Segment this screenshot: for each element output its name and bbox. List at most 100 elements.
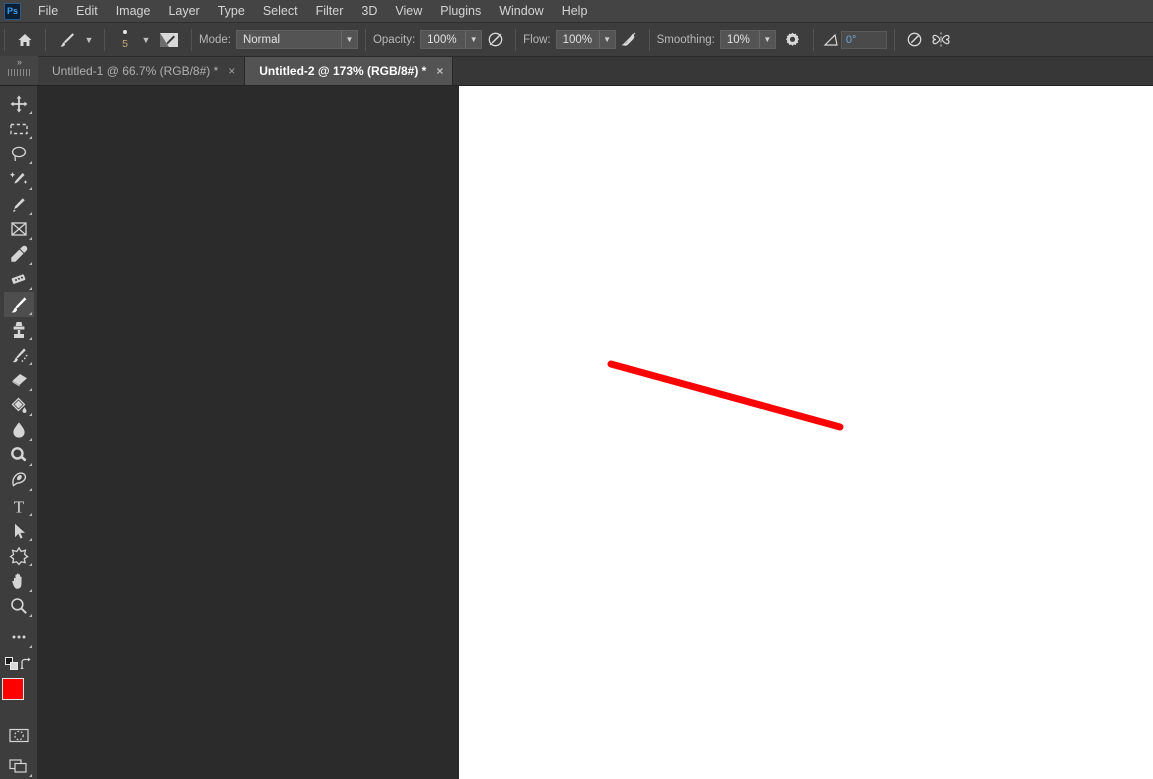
eraser-tool[interactable]	[4, 367, 34, 392]
pressure-size-icon[interactable]	[902, 28, 928, 52]
photoshop-logo: Ps	[4, 2, 21, 20]
foreground-color-swatch[interactable]	[1, 677, 24, 700]
panel-expand-arrows-icon[interactable]: »	[0, 56, 38, 85]
chevron-down-icon: ▼	[340, 31, 357, 48]
brush-preset-dropdown-chevron[interactable]: ▼	[81, 29, 97, 51]
tool-more-corner	[28, 644, 32, 648]
pressure-opacity-icon[interactable]	[482, 28, 508, 52]
tool-more-corner	[28, 538, 32, 542]
edit-toolbar-tool[interactable]	[4, 625, 34, 650]
shape-tool[interactable]	[4, 543, 34, 568]
canvas-strokes-layer	[607, 360, 844, 431]
move-tool[interactable]	[4, 91, 34, 116]
menu-item-layer[interactable]: Layer	[159, 1, 208, 22]
tools-panel: T	[0, 86, 38, 779]
tool-more-corner	[28, 312, 32, 316]
pen-tool[interactable]	[4, 468, 34, 493]
menu-item-type[interactable]: Type	[209, 1, 254, 22]
brush-tool[interactable]	[3, 292, 34, 318]
close-icon[interactable]: ×	[228, 64, 235, 78]
frame-tool[interactable]	[4, 217, 34, 242]
image-canvas[interactable]	[459, 86, 1153, 779]
tool-more-corner	[28, 513, 32, 517]
spot-healing-brush-tool[interactable]	[4, 267, 34, 292]
smoothing-gear-icon[interactable]	[780, 28, 806, 52]
object-selection-tool[interactable]	[4, 166, 34, 191]
blur-tool[interactable]	[4, 418, 34, 443]
history-brush-tool[interactable]	[4, 342, 34, 367]
document-workspace	[38, 86, 1153, 779]
document-tab[interactable]: Untitled-2 @ 173% (RGB/8#) * ×	[245, 57, 454, 85]
menu-item-plugins[interactable]: Plugins	[431, 1, 490, 22]
rectangular-marquee-tool[interactable]	[4, 116, 34, 141]
tool-more-corner	[28, 588, 32, 592]
tool-more-corner	[28, 161, 32, 165]
eyedropper-tool[interactable]	[4, 242, 34, 267]
clone-stamp-tool[interactable]	[4, 317, 34, 342]
tool-more-corner	[28, 613, 32, 617]
tool-more-corner	[28, 236, 32, 240]
home-icon[interactable]	[12, 28, 38, 52]
change-screen-mode-icon[interactable]	[4, 754, 34, 779]
menu-item-view[interactable]: View	[386, 1, 431, 22]
quick-mask-mode-icon[interactable]	[4, 723, 34, 748]
svg-text:T: T	[13, 497, 24, 516]
document-tab-title: Untitled-2 @ 173% (RGB/8#) *	[259, 64, 427, 78]
document-tab-title: Untitled-1 @ 66.7% (RGB/8#) *	[52, 64, 219, 78]
brush-size-value: 5	[122, 38, 128, 50]
menu-items: File Edit Image Layer Type Select Filter 3D View…	[29, 1, 596, 22]
menu-item-edit[interactable]: Edit	[67, 1, 107, 22]
dodge-tool[interactable]	[4, 443, 34, 468]
swap-foreground-background-icon[interactable]	[19, 657, 33, 676]
path-selection-tool[interactable]	[4, 518, 34, 543]
menu-item-file[interactable]: File	[29, 1, 67, 22]
brush-preset-icon[interactable]	[53, 28, 81, 52]
options-bar-grip	[4, 28, 5, 51]
tool-more-corner	[28, 488, 32, 491]
flow-input[interactable]: 100% ▼	[555, 30, 616, 49]
lasso-tool[interactable]	[4, 141, 34, 166]
chevron-down-icon: ▼	[598, 31, 615, 48]
menu-item-3d[interactable]: 3D	[352, 1, 386, 22]
crop-tool[interactable]	[4, 192, 34, 217]
tool-more-corner	[28, 186, 32, 190]
divider-2	[104, 28, 105, 51]
hand-tool[interactable]	[4, 568, 34, 593]
divider-4	[364, 28, 366, 51]
drag-grip	[8, 69, 30, 76]
document-tab[interactable]: Untitled-1 @ 66.7% (RGB/8#) * ×	[38, 57, 246, 85]
close-icon[interactable]: ×	[436, 64, 443, 78]
red-brush-stroke	[607, 360, 844, 431]
menu-item-help[interactable]: Help	[553, 1, 597, 22]
brush-size-dropdown-chevron[interactable]: ▼	[138, 29, 154, 51]
color-swatches	[1, 677, 37, 713]
gradient-tool[interactable]	[4, 393, 34, 418]
type-tool[interactable]: T	[4, 493, 34, 518]
symmetry-butterfly-icon[interactable]	[928, 28, 954, 52]
menu-item-image[interactable]: Image	[107, 1, 160, 22]
menu-item-window[interactable]: Window	[490, 1, 552, 22]
mode-label: Mode:	[199, 33, 231, 46]
brush-angle-icon[interactable]	[821, 28, 841, 52]
tool-more-corner	[28, 287, 32, 290]
divider-3	[191, 28, 192, 51]
menu-item-select[interactable]: Select	[254, 1, 307, 22]
divider-1	[45, 28, 46, 51]
default-foreground-background-icon[interactable]	[4, 657, 19, 676]
zoom-tool[interactable]	[4, 594, 34, 619]
divider-6	[648, 28, 650, 51]
smoothing-input[interactable]: 10% ▼	[719, 30, 776, 49]
airbrush-flow-icon[interactable]	[616, 28, 642, 52]
tool-more-corner	[28, 211, 32, 215]
brush-settings-panel-icon[interactable]	[154, 28, 184, 52]
menu-item-filter[interactable]: Filter	[307, 1, 353, 22]
expand-arrows-glyph: »	[16, 57, 22, 67]
brush-size-preview[interactable]: 5	[112, 25, 138, 55]
tool-more-corner	[28, 136, 32, 140]
blend-mode-select[interactable]: Normal ▼	[235, 30, 358, 49]
menu-bar: Ps File Edit Image Layer Type Select Filter 3D V…	[0, 0, 1153, 23]
divider-7	[812, 28, 814, 51]
brush-angle-input[interactable]: 0°	[840, 30, 887, 49]
options-bar: ▼ 5 ▼ Mode: Normal ▼ Opacity: 100% ▼ Flo…	[0, 23, 1153, 57]
opacity-input[interactable]: 100% ▼	[420, 30, 483, 49]
